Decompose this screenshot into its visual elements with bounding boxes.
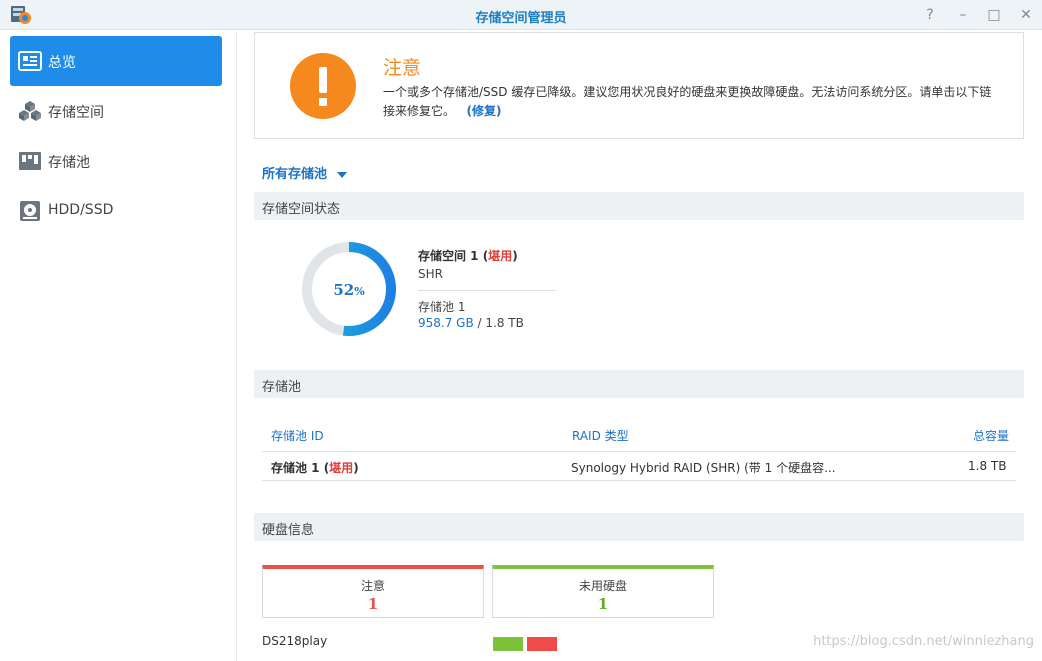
column-header-raid-type[interactable]: RAID 类型 xyxy=(572,427,629,444)
table-cell-raid-type[interactable]: Synology Hybrid RAID (SHR) (带 1 个硬盘容... xyxy=(571,459,836,476)
volume-pool-name: 存储池 1 xyxy=(418,300,466,314)
sidebar-item-label: 存储空间 xyxy=(48,105,104,121)
table-divider xyxy=(262,480,1016,481)
alert-panel: 注意 一个或多个存储池/SSD 缓存已降级。建议您用状况良好的硬盘来更换故障硬盘… xyxy=(254,32,1024,139)
table-divider xyxy=(262,451,1016,452)
disk-card-unused[interactable]: 未用硬盘 1 xyxy=(492,565,714,618)
window-title: 存储空间管理员 xyxy=(475,11,567,26)
alert-title: 注意 xyxy=(383,57,422,79)
sidebar-item-overview[interactable]: 总览 xyxy=(10,36,222,86)
divider xyxy=(418,290,556,291)
section-title: 硬盘信息 xyxy=(262,523,315,538)
cubes-icon xyxy=(19,101,41,121)
close-icon[interactable]: ✕ xyxy=(1015,4,1037,26)
hdd-icon xyxy=(20,201,40,221)
status-badge: 堪用 xyxy=(329,461,354,475)
sidebar-item-label: HDD/SSD xyxy=(48,202,114,218)
table-cell-pool-id[interactable]: 存储池 1 (堪用) xyxy=(271,459,359,476)
repair-link[interactable]: (修复) xyxy=(466,104,501,118)
volume-usage: 958.7 GB / 1.8 TB xyxy=(418,316,524,330)
drive-slot-unused[interactable] xyxy=(493,637,523,651)
status-badge: 堪用 xyxy=(488,249,513,263)
overview-icon xyxy=(18,51,42,71)
column-header-pool-id[interactable]: 存储池 ID xyxy=(271,427,324,444)
card-label: 未用硬盘 xyxy=(578,579,627,593)
card-label: 注意 xyxy=(360,579,385,593)
section-header-volume-status: 存储空间状态 xyxy=(254,192,1024,220)
volume-name: 存储空间 1 (堪用) xyxy=(418,249,518,263)
exclamation-icon xyxy=(290,53,356,119)
section-header-disk-info: 硬盘信息 xyxy=(254,513,1024,541)
section-title: 存储池 xyxy=(262,380,302,395)
total-capacity: 1.8 TB xyxy=(485,316,524,330)
device-name: DS218play xyxy=(262,634,328,648)
table-cell-capacity[interactable]: 1.8 TB xyxy=(968,459,1006,473)
usage-percent-label: 52% xyxy=(333,281,365,299)
help-icon[interactable]: ? xyxy=(919,4,941,26)
maximize-icon[interactable]: □ xyxy=(983,4,1005,26)
volume-raid-type: SHR xyxy=(418,267,443,281)
card-count: 1 xyxy=(367,595,379,613)
used-capacity: 958.7 GB xyxy=(418,316,474,330)
chevron-down-icon xyxy=(337,171,348,178)
disk-card-warning[interactable]: 注意 1 xyxy=(262,565,484,618)
storage-pool-icon xyxy=(19,152,41,170)
pool-filter-dropdown[interactable]: 所有存储池 xyxy=(262,163,348,182)
section-header-storage-pool: 存储池 xyxy=(254,370,1024,398)
minimize-icon[interactable]: – xyxy=(952,4,974,26)
card-count: 1 xyxy=(597,595,609,613)
usage-donut-chart: 52% xyxy=(302,242,396,336)
watermark: https://blog.csdn.net/winniezhang xyxy=(813,634,1034,649)
drive-slot-warning[interactable] xyxy=(527,637,557,651)
sidebar-item-label: 总览 xyxy=(48,55,76,71)
sidebar-item-storage-pools[interactable]: 存储池 xyxy=(10,136,222,186)
title-bar: 存储空间管理员 ? – □ ✕ xyxy=(0,0,1042,30)
section-title: 存储空间状态 xyxy=(262,202,341,217)
column-header-capacity[interactable]: 总容量 xyxy=(973,427,1009,444)
alert-message: 一个或多个存储池/SSD 缓存已降级。建议您用状况良好的硬盘来更换故障硬盘。无法… xyxy=(383,83,1003,121)
sidebar-item-label: 存储池 xyxy=(48,155,90,171)
sidebar-item-volumes[interactable]: 存储空间 xyxy=(10,86,222,136)
pool-filter-label: 所有存储池 xyxy=(262,167,328,182)
sidebar-item-hdd-ssd[interactable]: HDD/SSD xyxy=(10,186,222,236)
sidebar: 总览 存储空间 存储池 HDD/SSD xyxy=(0,31,237,661)
